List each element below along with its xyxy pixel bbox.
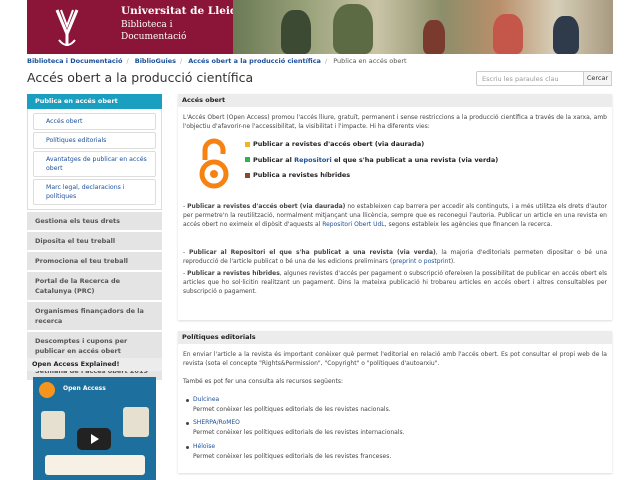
university-logo-icon[interactable] — [33, 4, 111, 50]
sidebar-nav: Publica en accés obert Accés obert Polít… — [27, 94, 162, 380]
header-banner: Universitat de Lleida Biblioteca i Docum… — [27, 0, 613, 54]
breadcrumb-library[interactable]: Biblioteca i Documentació — [27, 57, 122, 65]
sidebar-subitem-editorial-policies[interactable]: Polítiques editorials — [33, 132, 156, 149]
sidebar-subitem-open-access[interactable]: Accés obert — [33, 113, 156, 130]
resource-dulcinea-link[interactable]: Dulcinea — [193, 396, 219, 403]
intro-text: L'Accés Obert (Open Access) promou l'acc… — [183, 114, 607, 131]
channel-avatar — [39, 382, 55, 398]
sidebar-item-rights[interactable]: Gestiona els teus drets — [27, 212, 162, 230]
header-photo — [233, 0, 613, 54]
breadcrumb-guide[interactable]: Accés obert a la producció científica — [188, 57, 321, 65]
sidebar-subitem-advantages[interactable]: Avantatges de publicar en accés obert — [33, 151, 156, 177]
video-heading: Open Access Explained! — [27, 358, 162, 371]
green-route-text: - Publicar al Repositori el que s'ha pub… — [183, 249, 608, 266]
sidebar-item-deposit[interactable]: Diposita el teu treball — [27, 232, 162, 250]
gold-square-icon — [245, 141, 250, 147]
university-name[interactable]: Universitat de Lleida — [121, 5, 244, 18]
play-button[interactable] — [77, 428, 111, 450]
breadcrumb: Biblioteca i Documentació / BiblioGuies / … — [27, 57, 407, 65]
search-button[interactable]: Cercar — [583, 71, 612, 86]
resource-sherpa-link[interactable]: SHERPA/RoMEO — [193, 419, 240, 426]
route-hybrid: Publica a revistes híbrides — [245, 170, 498, 186]
breadcrumb-biblioguies[interactable]: BiblioGuies — [135, 57, 176, 65]
resource-item: SHERPA/RoMEO Permet conèixer les polítiq… — [186, 418, 405, 437]
hybrid-route-text: - Publicar a revistes híbrides, algunes … — [183, 270, 608, 296]
section-heading: Accés obert — [178, 94, 612, 107]
resource-item: Dulcinea Permet conèixer les polítiques … — [186, 395, 391, 414]
resource-heloise-link[interactable]: Héloïse — [193, 443, 215, 450]
library-name[interactable]: Biblioteca i Documentació — [121, 19, 221, 43]
page-title: Accés obert a la producció científica — [27, 70, 254, 85]
sidebar-item-discounts[interactable]: Descomptes i cupons per publicar en accé… — [27, 332, 162, 360]
open-access-logo-icon — [199, 138, 229, 189]
bullet-icon — [186, 422, 189, 425]
sidebar-item-publish-oa[interactable]: Publica en accés obert — [27, 94, 162, 109]
repositori-obert-link[interactable]: Repositori Obert UdL — [322, 221, 384, 228]
brown-square-icon — [245, 172, 250, 178]
route-gold: Publicar a revistes d'accés obert (via d… — [245, 139, 498, 155]
video-title: Open Access — [63, 385, 106, 392]
gold-route-text: - Publicar a revistes d'accés obert (via… — [183, 203, 607, 229]
video-embed[interactable]: Open Access — [33, 377, 156, 480]
sidebar-item-prc[interactable]: Portal de la Recerca de Catalunya (PRC) — [27, 272, 162, 300]
bullet-icon — [186, 446, 189, 449]
sidebar-item-promote[interactable]: Promociona el teu treball — [27, 252, 162, 270]
green-square-icon — [245, 157, 250, 162]
search-input[interactable]: Escriu les paraules clau — [476, 71, 584, 86]
bullet-icon — [186, 399, 189, 402]
route-list: Publicar a revistes d'accés obert (via d… — [245, 139, 498, 186]
resources-intro: També es pot fer una consulta als recurs… — [183, 378, 343, 385]
section-heading: Polítiques editorials — [178, 331, 612, 344]
repository-link[interactable]: Repositori — [294, 156, 332, 164]
breadcrumb-current: Publica en accés obert — [333, 57, 407, 65]
sidebar-subitem-legal[interactable]: Marc legal, declaracions i polítiques — [33, 179, 156, 205]
resource-item: Héloïse Permet conèixer les polítiques e… — [186, 442, 391, 461]
sidebar-item-funders[interactable]: Organismes finançadors de la recerca — [27, 302, 162, 330]
route-green: Publicar al Repositori el que s'ha publi… — [245, 155, 498, 171]
policies-text: En enviar l'article a la revista és impo… — [183, 351, 607, 368]
preprint-link[interactable]: preprint o postprint — [392, 258, 450, 265]
sidebar-subnav: Accés obert Polítiques editorials Avanta… — [27, 109, 162, 210]
